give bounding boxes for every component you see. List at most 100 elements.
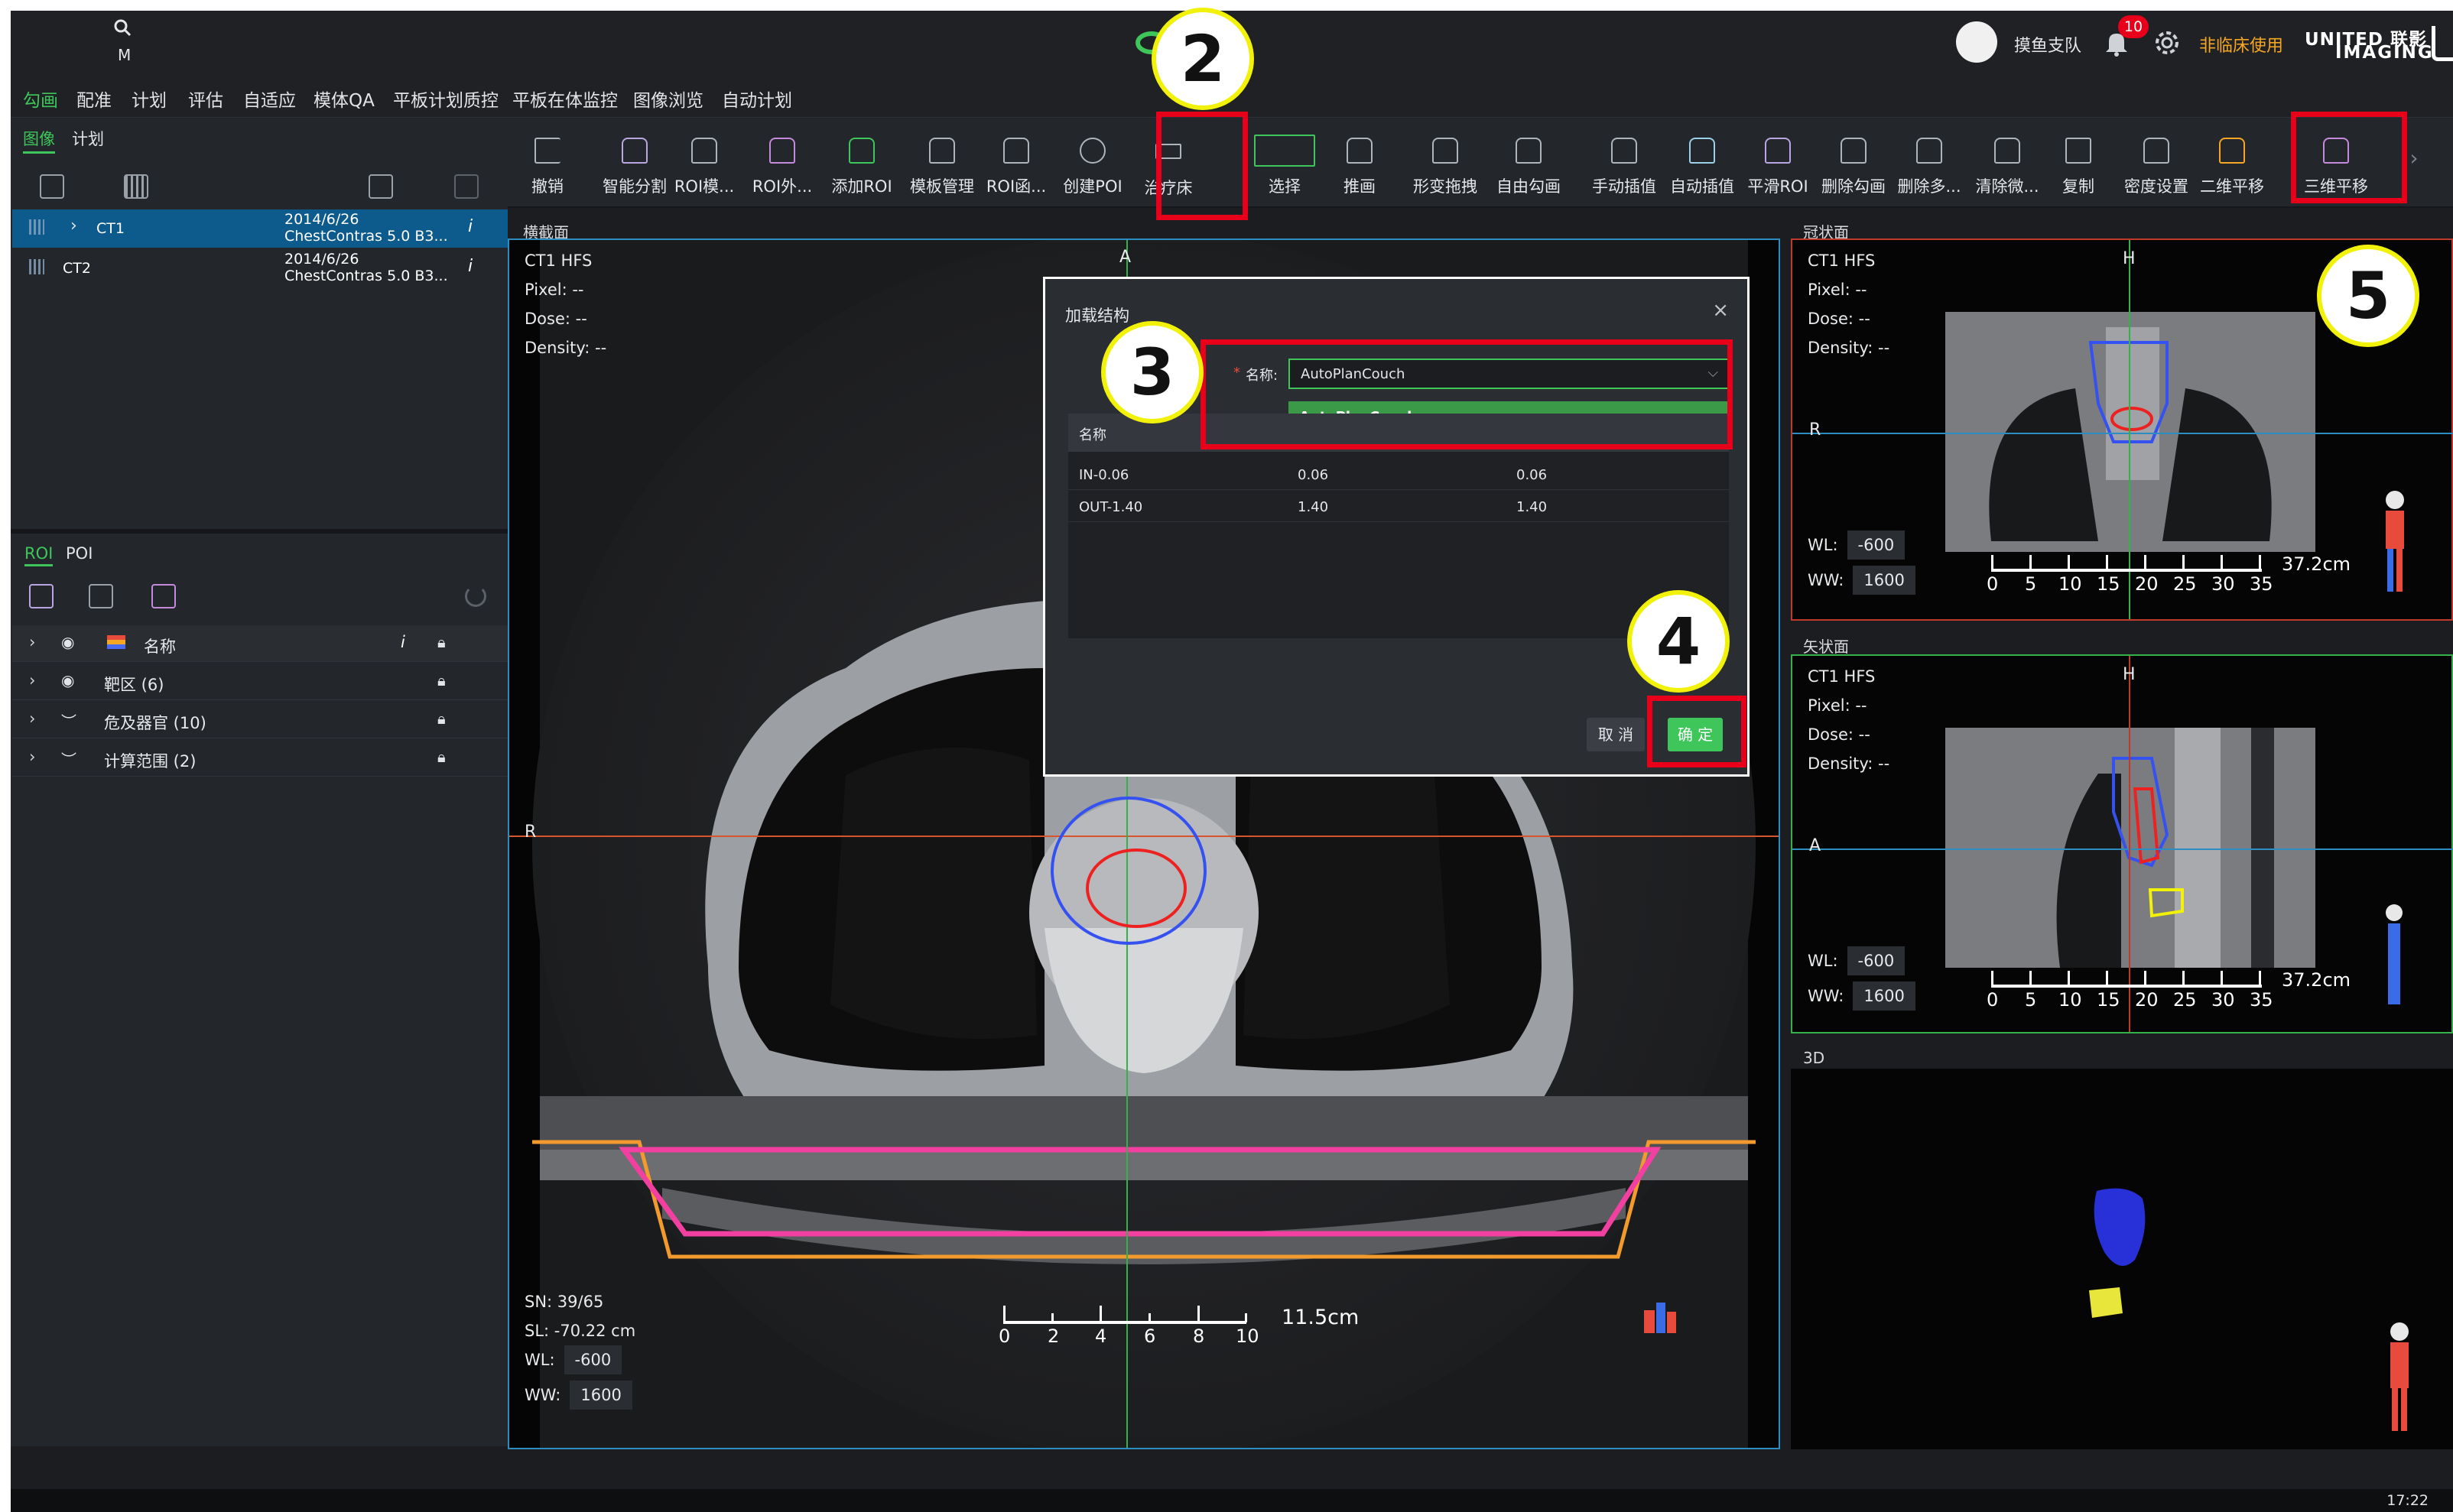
manual-interpolate-button[interactable]: 手动插值 <box>1587 118 1661 208</box>
2d-translate-button[interactable]: 二维平移 <box>2198 118 2266 208</box>
delete-multi-icon <box>1916 138 1942 164</box>
chevron-right-icon[interactable]: › <box>29 633 35 651</box>
import-icon[interactable] <box>40 174 64 199</box>
deform-drag-button[interactable]: 形变拖拽 <box>1408 118 1482 208</box>
chevron-right-icon[interactable]: › <box>29 709 35 728</box>
add-roi-icon <box>849 138 875 164</box>
series-grid-icon <box>29 219 44 235</box>
roi-add-icon[interactable] <box>151 584 176 608</box>
series-date: 2014/6/26 <box>284 211 359 228</box>
eye-closed-icon[interactable]: ︶ <box>61 748 76 770</box>
grid-icon[interactable] <box>124 174 148 199</box>
roi-outer-button[interactable]: ROI外... <box>751 118 814 208</box>
contour-toolbar: 撤销 智能分割 ROI模... ROI外... 添加ROI 模板管理 ROI函.… <box>508 118 2453 208</box>
cancel-button[interactable]: 取 消 <box>1587 718 1645 751</box>
chevron-right-icon[interactable]: › <box>29 671 35 689</box>
clear-micro-button[interactable]: 清除微... <box>1974 118 2040 208</box>
3d-render <box>2089 1188 2146 1318</box>
roi-group-label: 危及器官 (10) <box>104 714 206 732</box>
delete-contour-button[interactable]: 删除勾画 <box>1817 118 1890 208</box>
left-panel <box>11 118 508 1446</box>
menu-panel-monitor[interactable]: 平板在体监控 <box>512 86 618 112</box>
menu-image-browse[interactable]: 图像浏览 <box>633 86 703 112</box>
export-icon[interactable] <box>369 174 393 199</box>
menu-adaptive[interactable]: 自适应 <box>243 86 296 112</box>
clock: 17:22 <box>2386 1492 2429 1509</box>
step-marker-4: 4 <box>1627 590 1730 693</box>
menu-evaluate[interactable]: 评估 <box>188 86 223 112</box>
density-icon <box>2143 138 2169 164</box>
menu-phantom-qa[interactable]: 模体QA <box>314 86 375 112</box>
2d-translate-icon <box>2219 138 2245 164</box>
undo-button[interactable]: 撤销 <box>525 118 570 208</box>
create-poi-button[interactable]: 创建POI <box>1058 118 1127 208</box>
menu-contour[interactable]: 勾画 <box>23 86 58 112</box>
table-row[interactable]: OUT-1.40 1.40 1.40 <box>1068 492 1729 522</box>
close-icon[interactable]: × <box>1712 299 1729 322</box>
chevron-right-icon[interactable]: › <box>29 748 35 766</box>
auto-interpolate-button[interactable]: 自动插值 <box>1665 118 1739 208</box>
tab-plan[interactable]: 计划 <box>72 127 104 150</box>
coronal-scale: 0 5 10 15 20 25 30 35 37.2cm <box>1987 553 2351 595</box>
series-row-ct1[interactable]: › CT1 2014/6/26 ChestContras 5.0 B3... i <box>12 209 508 248</box>
info-icon[interactable]: i <box>468 257 473 276</box>
roi-template-button[interactable]: ROI模... <box>673 118 736 208</box>
roi-template-icon[interactable] <box>89 584 113 608</box>
smooth-roi-button[interactable]: 平滑ROI <box>1745 118 1811 208</box>
refresh-icon[interactable] <box>465 586 486 607</box>
table-row[interactable]: IN-0.06 0.06 0.06 <box>1068 459 1729 490</box>
lock-icon[interactable]: 🔒︎ <box>437 748 446 766</box>
dialog-title: 加载结构 <box>1065 307 1129 325</box>
roi-function-icon <box>1003 138 1029 164</box>
image-plan-tabs: 图像 计划 <box>11 122 508 156</box>
select-button[interactable]: 选择 <box>1254 118 1315 208</box>
series-date-desc: 2014/6/26 ChestContras 5.0 B3... <box>284 211 448 245</box>
search-icon[interactable] <box>113 18 132 37</box>
roi-function-button[interactable]: ROI函... <box>985 118 1048 208</box>
series-date-desc: 2014/6/26 ChestContras 5.0 B3... <box>284 251 448 284</box>
eye-closed-icon[interactable]: ︶ <box>61 709 76 732</box>
roi-group-oar[interactable]: › ︶ 危及器官 (10) 🔒︎ <box>12 702 508 738</box>
info-icon[interactable]: i <box>468 217 473 236</box>
settings-grid-icon[interactable] <box>454 174 479 199</box>
roi-smart-icon[interactable] <box>29 584 54 608</box>
ww-value[interactable]: 1600 <box>570 1381 632 1410</box>
menu-panel-plan-qc[interactable]: 平板计划质控 <box>393 86 499 112</box>
3d-view[interactable] <box>1791 1069 2453 1449</box>
info-icon[interactable]: i <box>401 633 405 651</box>
gear-icon[interactable] <box>2152 28 2182 61</box>
roi-group-targets[interactable]: › ◉ 靶区 (6) 🔒︎ <box>12 664 508 700</box>
template-manage-button[interactable]: 模板管理 <box>905 118 979 208</box>
tab-poi[interactable]: POI <box>66 544 93 563</box>
copy-button[interactable]: 复制 <box>2055 118 2101 208</box>
add-roi-button[interactable]: 添加ROI <box>827 118 896 208</box>
lock-icon[interactable]: 🔒︎ <box>437 671 446 689</box>
menu-registration[interactable]: 配准 <box>76 86 112 112</box>
free-draw-button[interactable]: 自由勾画 <box>1494 118 1563 208</box>
tab-image[interactable]: 图像 <box>23 127 55 154</box>
eye-icon[interactable]: ◉ <box>61 633 74 651</box>
smart-segment-button[interactable]: 智能分割 <box>596 118 673 208</box>
search-sub-label: M <box>118 46 132 64</box>
delete-multi-button[interactable]: 删除多... <box>1896 118 1962 208</box>
series-row-ct2[interactable]: CT2 2014/6/26 ChestContras 5.0 B3... i <box>12 249 508 287</box>
wl-value[interactable]: -600 <box>564 1345 622 1374</box>
push-draw-button[interactable]: 推画 <box>1337 118 1382 208</box>
eye-icon[interactable]: ◉ <box>61 671 74 689</box>
chevron-right-icon[interactable]: › <box>70 216 77 235</box>
roi-group-calc-range[interactable]: › ︶ 计算范围 (2) 🔒︎ <box>12 740 508 777</box>
os-taskbar: 17:22 <box>11 1489 2453 1512</box>
tab-roi[interactable]: ROI <box>24 544 54 566</box>
step-marker-3: 3 <box>1101 321 1204 423</box>
density-setting-button[interactable]: 密度设置 <box>2120 118 2193 208</box>
roi-group-label: 计算范围 (2) <box>104 752 197 771</box>
menu-plan[interactable]: 计划 <box>132 86 167 112</box>
menu-auto-plan[interactable]: 自动计划 <box>722 86 792 112</box>
lock-icon[interactable]: 🔒︎ <box>437 633 446 651</box>
lock-icon[interactable]: 🔒︎ <box>437 709 446 728</box>
user-name[interactable]: 摸鱼支队 <box>2014 32 2081 57</box>
slice-location: SL: -70.22 cm <box>525 1322 636 1340</box>
avatar[interactable] <box>1956 21 1997 63</box>
sagittal-view[interactable]: CT1 HFS Pixel: -- Dose: -- Density: -- H… <box>1791 654 2453 1033</box>
brand-logo-icon <box>2432 26 2453 61</box>
